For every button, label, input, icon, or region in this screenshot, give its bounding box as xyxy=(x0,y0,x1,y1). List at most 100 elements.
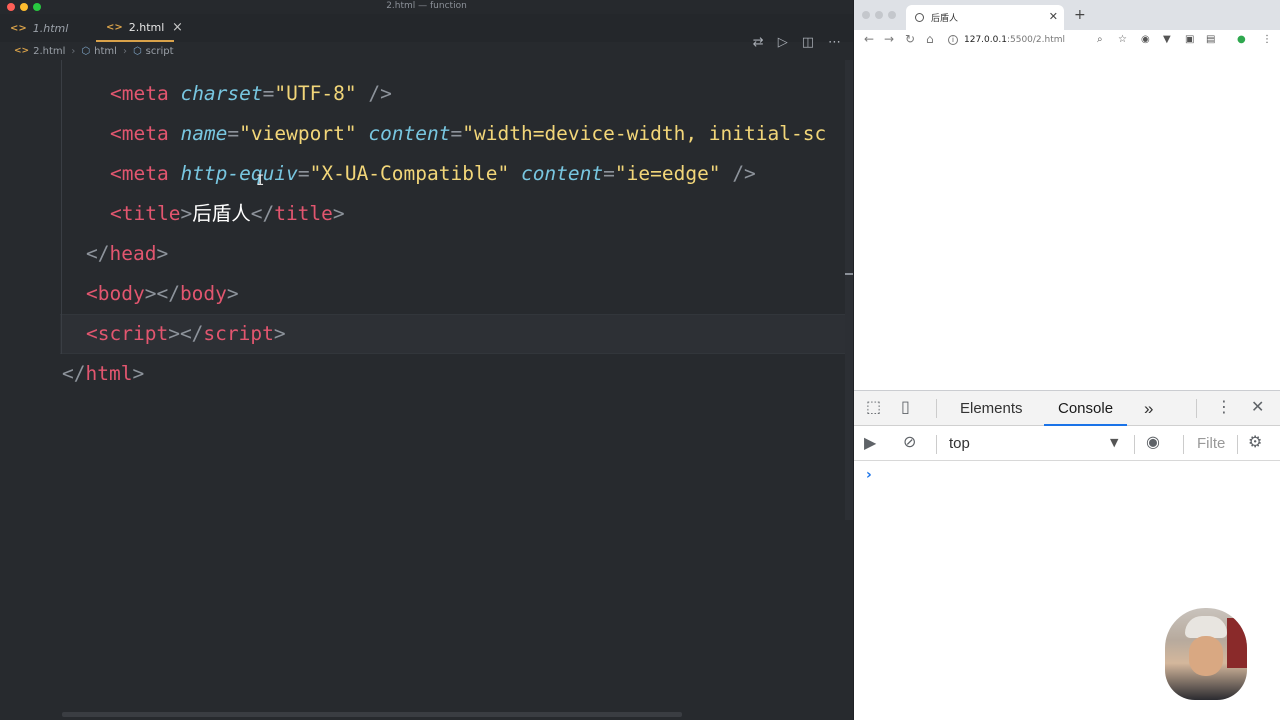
html-file-icon: <> xyxy=(10,22,27,34)
code-token: "X-UA-Compatible" xyxy=(309,162,510,185)
tab-console[interactable]: Console xyxy=(1044,391,1128,426)
home-icon[interactable]: ⌂ xyxy=(926,32,934,46)
code-token: > xyxy=(144,282,157,305)
breadcrumb-item-script[interactable]: script xyxy=(146,46,174,57)
horizontal-scrollbar[interactable] xyxy=(62,712,682,717)
code-token: <body xyxy=(86,282,145,305)
code-area[interactable]: <meta charset="UTF-8" /> <meta name="view… xyxy=(0,60,845,710)
code-token: "width=device-width, initial-sc xyxy=(462,122,827,145)
dropdown-arrow-icon[interactable]: ▼ xyxy=(1110,436,1118,449)
code-token: content xyxy=(368,122,451,145)
minimize-window-button[interactable] xyxy=(875,11,883,19)
reload-icon[interactable]: ↻ xyxy=(905,32,915,46)
extension-icon[interactable]: ▣ xyxy=(1185,34,1194,45)
code-line: <meta http-equiv="X-UA-Compatible" conte… xyxy=(110,154,756,194)
extension-icon[interactable]: ◉ xyxy=(1141,34,1150,45)
console-filter-input[interactable]: Filte xyxy=(1197,427,1225,461)
bookmark-star-icon[interactable]: ☆ xyxy=(1118,34,1127,45)
more-tabs-icon[interactable]: » xyxy=(1144,391,1153,426)
settings-gear-icon[interactable]: ⚙ xyxy=(1248,432,1262,451)
code-token: </ xyxy=(86,242,110,265)
breadcrumb-item-file[interactable]: 2.html xyxy=(33,46,65,57)
code-token: <meta xyxy=(110,162,169,185)
code-editor-window: 2.html — function <> 1.html <> 2.html × … xyxy=(0,0,853,720)
tab-label: 1.html xyxy=(32,21,69,35)
code-token: name xyxy=(180,122,228,145)
code-token: <meta xyxy=(110,122,169,145)
live-expression-eye-icon[interactable]: ◉ xyxy=(1146,432,1160,451)
devtools-tabbar: ⬚ ▯ Elements Console » ⋮ ✕ xyxy=(854,391,1280,426)
close-window-button[interactable] xyxy=(862,11,870,19)
code-token: <title xyxy=(110,202,181,225)
forward-icon[interactable]: → xyxy=(884,32,894,46)
page-viewport xyxy=(854,50,1280,390)
code-token: 后盾人 xyxy=(192,202,251,225)
code-token: charset xyxy=(180,82,263,105)
code-token: html xyxy=(85,362,133,385)
close-icon[interactable]: ✕ xyxy=(1251,397,1264,416)
editor-tabbar: <> 1.html <> 2.html × ⇄ ▷ ◫ ⋯ xyxy=(0,14,853,50)
code-line: <title>后盾人</title> xyxy=(110,194,345,234)
browser-tabstrip: 后盾人 ✕ + xyxy=(854,0,1280,30)
code-line: <meta charset="UTF-8" /> xyxy=(110,74,392,114)
tab-1-html[interactable]: <> 1.html xyxy=(10,14,68,42)
code-token: /> xyxy=(732,162,756,185)
close-tab-icon[interactable]: × xyxy=(172,20,183,35)
editor-titlebar: 2.html — function xyxy=(0,0,853,14)
device-toolbar-icon[interactable]: ▯ xyxy=(901,397,910,416)
maximize-window-button[interactable] xyxy=(888,11,896,19)
code-token: http-equiv xyxy=(180,162,298,185)
code-token: body xyxy=(179,282,227,305)
close-icon[interactable]: ✕ xyxy=(1049,10,1058,23)
clear-console-icon[interactable]: ⊘ xyxy=(903,432,916,451)
tab-2-html[interactable]: <> 2.html xyxy=(96,14,175,42)
code-token: <script xyxy=(86,322,169,345)
code-token: = xyxy=(297,162,310,185)
code-line: </html> xyxy=(62,354,144,394)
code-line: <meta name="viewport" content="width=dev… xyxy=(110,114,826,154)
sidebar-toggle-icon[interactable]: ▶ xyxy=(864,433,876,452)
vue-devtools-icon[interactable]: ▼ xyxy=(1163,34,1171,45)
code-token: title xyxy=(274,202,333,225)
menu-icon[interactable]: ⋮ xyxy=(1262,34,1272,45)
vertical-scrollbar[interactable] xyxy=(845,60,853,520)
code-token: = xyxy=(450,122,463,145)
extension-icon[interactable]: ▤ xyxy=(1206,34,1215,45)
code-token: = xyxy=(603,162,615,185)
url-host: 127.0.0.1 xyxy=(964,35,1007,45)
code-token: > xyxy=(168,322,180,345)
breadcrumb: <> 2.html › ⬡ html › ⬡ script xyxy=(0,42,853,60)
breadcrumb-item-html[interactable]: html xyxy=(94,46,117,57)
code-token: > xyxy=(180,202,193,225)
code-token: "viewport" xyxy=(239,122,357,145)
code-token: </ xyxy=(156,282,180,305)
code-token: </ xyxy=(179,322,204,345)
address-bar[interactable]: i 127.0.0.1:5500/2.html xyxy=(948,32,1098,48)
new-tab-icon[interactable]: + xyxy=(1074,7,1086,23)
browser-toolbar: ← → ↻ ⌂ i 127.0.0.1:5500/2.html ⌕ ☆ ◉ ▼ … xyxy=(854,30,1280,50)
kebab-menu-icon[interactable]: ⋮ xyxy=(1216,397,1232,416)
code-token: script xyxy=(203,322,274,345)
browser-tab-title: 后盾人 xyxy=(931,14,959,24)
execution-context-select[interactable]: top xyxy=(949,427,970,461)
back-icon[interactable]: ← xyxy=(864,32,874,46)
tab-elements[interactable]: Elements xyxy=(960,391,1023,426)
console-prompt-icon[interactable]: › xyxy=(866,467,872,483)
indent-guide xyxy=(61,60,62,354)
globe-icon xyxy=(915,13,924,22)
info-icon[interactable]: i xyxy=(948,35,958,45)
url-path: :5500/2.html xyxy=(1006,35,1066,45)
code-line: <script></script> xyxy=(86,314,286,354)
element-icon: ⬡ xyxy=(132,45,142,57)
browser-tab[interactable]: 后盾人 ✕ xyxy=(906,5,1064,30)
profile-avatar-icon[interactable]: ● xyxy=(1237,34,1246,45)
zoom-icon[interactable]: ⌕ xyxy=(1097,34,1103,45)
code-token: "ie=edge" xyxy=(614,162,721,185)
code-token: = xyxy=(227,122,240,145)
code-token: <meta xyxy=(110,82,169,105)
inspect-element-icon[interactable]: ⬚ xyxy=(866,397,881,416)
